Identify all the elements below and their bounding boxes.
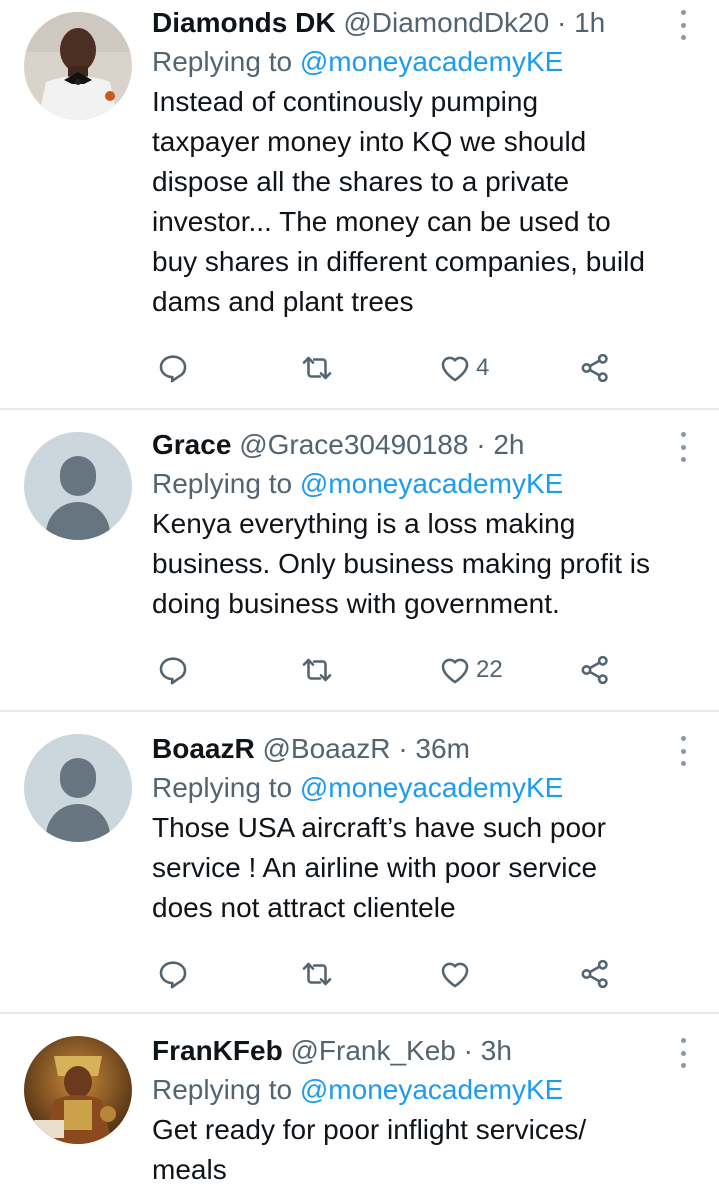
tweet-header: Grace @Grace30490188 · 2h bbox=[152, 426, 699, 464]
reply-button[interactable] bbox=[156, 650, 190, 690]
display-name[interactable]: Grace bbox=[152, 429, 231, 460]
share-icon bbox=[581, 959, 608, 989]
user-handle[interactable]: @DiamondDk20 bbox=[343, 7, 549, 38]
share-button[interactable] bbox=[578, 650, 612, 690]
replying-label: Replying to bbox=[152, 46, 293, 77]
mention-link[interactable]: @moneyacademyKE bbox=[300, 772, 563, 803]
avatar[interactable] bbox=[24, 432, 132, 540]
tweet-header: Diamonds DK @DiamondDk20 · 1h bbox=[152, 4, 699, 42]
user-handle[interactable]: @BoaazR bbox=[262, 733, 390, 764]
share-button[interactable] bbox=[578, 348, 612, 388]
tweet-body: FranKFeb @Frank_Keb · 3h Replying to @mo… bbox=[152, 1032, 699, 1190]
tweet-text-line: dispose all the shares to a private bbox=[152, 166, 570, 197]
tweet[interactable]: Grace @Grace30490188 · 2h Replying to @m… bbox=[0, 410, 719, 710]
tweet-text-line: taxpayer money into KQ we should bbox=[152, 126, 587, 157]
avatar[interactable] bbox=[24, 1036, 132, 1144]
like-count: 22 bbox=[476, 656, 503, 683]
tweet[interactable]: BoaazR @BoaazR · 36m Replying to @moneya… bbox=[0, 712, 719, 1012]
tweet-header: BoaazR @BoaazR · 36m bbox=[152, 730, 699, 768]
separator-dot: · bbox=[556, 7, 567, 38]
tweet-text-line: does not attract clientele bbox=[152, 892, 456, 923]
reply-feed: Diamonds DK @DiamondDk20 · 1h Replying t… bbox=[0, 0, 719, 1191]
tweet-body: BoaazR @BoaazR · 36m Replying to @moneya… bbox=[152, 730, 699, 928]
more-options-icon[interactable] bbox=[673, 10, 693, 40]
heart-icon bbox=[441, 962, 469, 988]
tweet-text: Those USA aircraft’s have such poor serv… bbox=[152, 808, 712, 928]
display-name[interactable]: FranKFeb bbox=[152, 1035, 283, 1066]
retweet-icon bbox=[302, 658, 332, 682]
tweet-text-line: investor... The money can be used to bbox=[152, 206, 611, 237]
avatar[interactable] bbox=[24, 12, 132, 120]
heart-icon bbox=[441, 356, 469, 382]
retweet-icon bbox=[302, 356, 332, 380]
tweet-text-line: Get ready for poor inflight services/ bbox=[152, 1114, 587, 1145]
share-icon bbox=[581, 655, 608, 685]
more-options-icon[interactable] bbox=[673, 736, 693, 766]
replying-label: Replying to bbox=[152, 772, 293, 803]
separator-dot: · bbox=[476, 429, 486, 460]
tweet-text-line: Instead of continously pumping bbox=[152, 86, 539, 117]
reply-icon bbox=[159, 961, 187, 989]
tweet-header: FranKFeb @Frank_Keb · 3h bbox=[152, 1032, 699, 1070]
tweet-text: Get ready for poor inflight services/ me… bbox=[152, 1110, 712, 1190]
tweet-text-line: Those USA aircraft’s have such poor bbox=[152, 812, 606, 843]
replying-to: Replying to @moneyacademyKE bbox=[152, 1070, 699, 1110]
replying-to: Replying to @moneyacademyKE bbox=[152, 42, 699, 82]
tweet-text-line: meals bbox=[152, 1154, 227, 1185]
like-button[interactable]: 4 bbox=[438, 348, 489, 388]
tweet-text-line: business. Only business making profit is bbox=[152, 548, 650, 579]
display-name[interactable]: Diamonds DK bbox=[152, 7, 336, 38]
tweet-text-line: doing business with government. bbox=[152, 588, 560, 619]
user-handle[interactable]: @Frank_Keb bbox=[290, 1035, 455, 1066]
tweet-text-line: Kenya everything is a loss making bbox=[152, 508, 576, 539]
replying-label: Replying to bbox=[152, 1074, 293, 1105]
replying-to: Replying to @moneyacademyKE bbox=[152, 464, 699, 504]
share-icon bbox=[581, 353, 608, 383]
tweet-actions: 4 bbox=[150, 348, 620, 388]
like-button[interactable] bbox=[438, 954, 476, 994]
mention-link[interactable]: @moneyacademyKE bbox=[300, 468, 563, 499]
timestamp[interactable]: 1h bbox=[574, 7, 605, 38]
like-count: 4 bbox=[476, 354, 490, 381]
tweet-text-line: service ! An airline with poor service bbox=[152, 852, 598, 883]
reply-icon bbox=[159, 355, 187, 383]
tweet-text: Instead of continously pumping taxpayer … bbox=[152, 82, 712, 322]
timestamp[interactable]: 2h bbox=[493, 429, 524, 460]
separator-dot: · bbox=[463, 1035, 473, 1066]
mention-link[interactable]: @moneyacademyKE bbox=[300, 46, 563, 77]
reply-icon bbox=[159, 657, 187, 685]
tweet-text: Kenya everything is a loss making busine… bbox=[152, 504, 712, 624]
replying-to: Replying to @moneyacademyKE bbox=[152, 768, 699, 808]
more-options-icon[interactable] bbox=[673, 432, 693, 462]
retweet-button[interactable] bbox=[300, 348, 334, 388]
replying-label: Replying to bbox=[152, 468, 293, 499]
timestamp[interactable]: 36m bbox=[415, 733, 469, 764]
user-handle[interactable]: @Grace30490188 bbox=[239, 429, 468, 460]
tweet[interactable]: Diamonds DK @DiamondDk20 · 1h Replying t… bbox=[0, 0, 719, 408]
tweet[interactable]: FranKFeb @Frank_Keb · 3h Replying to @mo… bbox=[0, 1014, 719, 1191]
retweet-icon bbox=[302, 962, 332, 986]
tweet-body: Grace @Grace30490188 · 2h Replying to @m… bbox=[152, 426, 699, 624]
reply-button[interactable] bbox=[156, 954, 190, 994]
like-button[interactable]: 22 bbox=[438, 650, 503, 690]
tweet-text-line: dams and plant trees bbox=[152, 286, 414, 317]
more-options-icon[interactable] bbox=[673, 1038, 693, 1068]
avatar[interactable] bbox=[24, 734, 132, 842]
reply-button[interactable] bbox=[156, 348, 190, 388]
retweet-button[interactable] bbox=[300, 954, 334, 994]
retweet-button[interactable] bbox=[300, 650, 334, 690]
mention-link[interactable]: @moneyacademyKE bbox=[300, 1074, 563, 1105]
separator-dot: · bbox=[398, 733, 408, 764]
tweet-text-line: buy shares in different companies, build bbox=[152, 246, 645, 277]
share-button[interactable] bbox=[578, 954, 612, 994]
tweet-actions bbox=[150, 954, 620, 994]
heart-icon bbox=[441, 658, 469, 684]
tweet-actions: 22 bbox=[150, 650, 620, 690]
timestamp[interactable]: 3h bbox=[481, 1035, 512, 1066]
display-name[interactable]: BoaazR bbox=[152, 733, 255, 764]
tweet-body: Diamonds DK @DiamondDk20 · 1h Replying t… bbox=[152, 4, 699, 322]
